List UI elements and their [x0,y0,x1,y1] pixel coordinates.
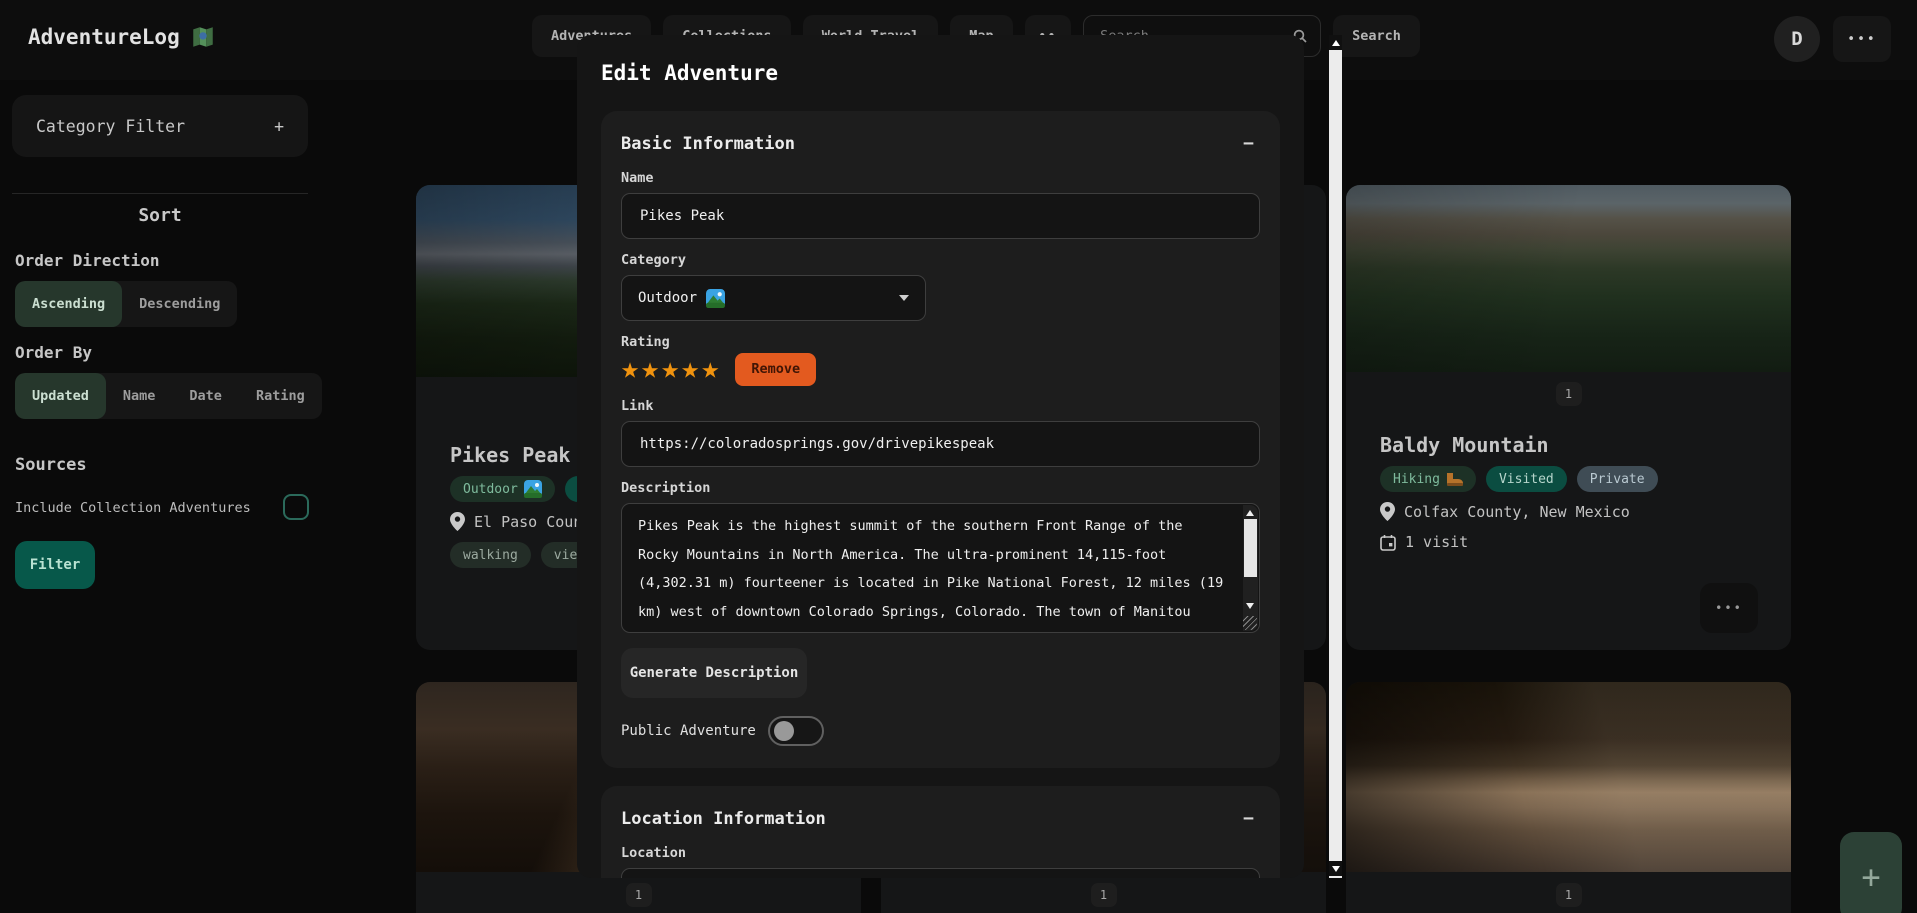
hiking-boot-icon [1446,472,1463,486]
order-by-label: Order By [15,343,92,362]
category-label: Category [621,252,1260,268]
brand[interactable]: AdventureLog [28,24,216,50]
badge-label: Hiking [1393,472,1440,487]
landscape-icon [524,480,542,498]
card-badges: Hiking Visited Private [1380,466,1791,492]
category-select[interactable]: Outdoor [621,275,926,321]
sort-heading: Sort [0,205,320,226]
link-label: Link [621,398,1260,414]
order-by-date[interactable]: Date [172,373,239,419]
location-information-section: Location Information − Location [601,786,1280,878]
collapse-minus-icon[interactable]: − [1237,808,1260,829]
app-root: AdventureLog Adventures Collections Worl… [0,0,1917,913]
basic-information-header: Basic Information − [621,133,1260,154]
image-count-badge: 1 [626,883,652,907]
location-label: Location [621,845,1260,861]
basic-information-section: Basic Information − Name Category Outdoo… [601,111,1280,768]
baldy-mountain-photo [1346,185,1791,372]
order-by-group: Updated Name Date Rating [15,373,322,419]
adventure-card-bottom-right[interactable]: 1 [1346,682,1791,913]
badge-private: Private [1577,466,1658,492]
location-pin-icon [450,512,465,531]
badge-hiking: Hiking [1380,466,1476,492]
avatar[interactable]: D [1774,16,1820,62]
order-direction-group: Ascending Descending [15,281,237,327]
include-collection-label: Include Collection Adventures [15,500,251,516]
order-by-rating[interactable]: Rating [239,373,322,419]
generate-description-button[interactable]: Generate Description [621,648,807,698]
resize-handle[interactable] [1243,616,1257,630]
section-title: Location Information [621,809,826,829]
card-title: Baldy Mountain [1380,433,1791,457]
scroll-down-icon [1246,603,1254,609]
badge-label: Private [1590,472,1645,487]
scroll-up-icon [1246,510,1254,516]
sidebar-divider [12,193,308,194]
order-by-name[interactable]: Name [106,373,173,419]
map-logo-icon [190,24,216,50]
description-text: Pikes Peak is the highest summit of the … [638,518,1223,633]
card-location-text: Colfax County, New Mexico [1404,503,1630,521]
add-adventure-fab[interactable]: + [1840,832,1902,913]
card-photo [1346,682,1791,872]
include-collection-checkbox[interactable] [283,494,309,520]
modal-title: Edit Adventure [601,61,1280,85]
badge-visited: Visited [1486,466,1567,492]
public-adventure-label: Public Adventure [621,723,756,739]
adventure-card-baldy-mountain[interactable]: 1 Baldy Mountain Hiking Visited Private [1346,185,1791,650]
filter-button[interactable]: Filter [15,541,95,589]
scroll-down-icon[interactable] [1329,861,1342,876]
rating-control: ★★★★★ Remove [621,352,1260,386]
image-count-badge: 1 [1091,883,1117,907]
brand-label: AdventureLog [28,25,180,49]
remove-rating-button[interactable]: Remove [735,353,816,386]
card-location-row: Colfax County, New Mexico [1380,502,1791,521]
navbar-more-button[interactable]: ••• [1833,16,1891,62]
rating-label: Rating [621,334,1260,350]
description-label: Description [621,480,1260,496]
link-field[interactable] [621,421,1260,467]
location-pin-icon [1380,502,1395,521]
card-visits-row: 1 visit [1380,533,1791,551]
name-label: Name [621,170,1260,186]
image-count-badge: 1 [1556,382,1582,406]
public-adventure-toggle[interactable] [768,716,824,746]
order-direction-label: Order Direction [15,251,160,270]
modal-scrollbar[interactable] [1329,35,1342,878]
scrollbar-thumb [1244,519,1257,577]
public-adventure-row: Public Adventure [621,716,1260,746]
name-field[interactable] [621,193,1260,239]
section-title: Basic Information [621,134,795,154]
toggle-knob [774,721,794,741]
location-information-header: Location Information − [621,808,1260,829]
card-location-text: El Paso Coun [474,513,582,531]
landscape-icon [706,289,725,308]
chevron-down-icon [899,295,909,301]
calendar-icon [1380,534,1396,551]
order-direction-ascending[interactable]: Ascending [15,281,122,327]
badge-outdoor: Outdoor [450,476,555,502]
expand-plus-icon: + [274,117,284,136]
tag-walking: walking [450,542,531,568]
category-filter-label: Category Filter [36,117,185,136]
order-direction-descending[interactable]: Descending [122,281,237,327]
order-by-updated[interactable]: Updated [15,373,106,419]
textarea-scrollbar[interactable] [1243,505,1258,631]
location-field[interactable] [621,868,1260,878]
description-textarea[interactable]: Pikes Peak is the highest summit of the … [621,503,1260,633]
badge-label: Outdoor [463,482,518,497]
category-filter-header[interactable]: Category Filter + [12,95,308,157]
badge-label: Visited [1499,472,1554,487]
sources-heading: Sources [15,455,87,475]
image-count-badge: 1 [1556,883,1582,907]
collapse-minus-icon[interactable]: − [1237,133,1260,154]
star-rating[interactable]: ★★★★★ [621,352,721,386]
card-more-button[interactable]: ••• [1700,583,1758,633]
category-value: Outdoor [638,290,697,306]
search-button[interactable]: Search [1333,15,1420,57]
card-visits-text: 1 visit [1405,533,1468,551]
edit-adventure-modal: Edit Adventure Basic Information − Name … [577,35,1304,878]
scroll-up-icon[interactable] [1329,35,1342,50]
